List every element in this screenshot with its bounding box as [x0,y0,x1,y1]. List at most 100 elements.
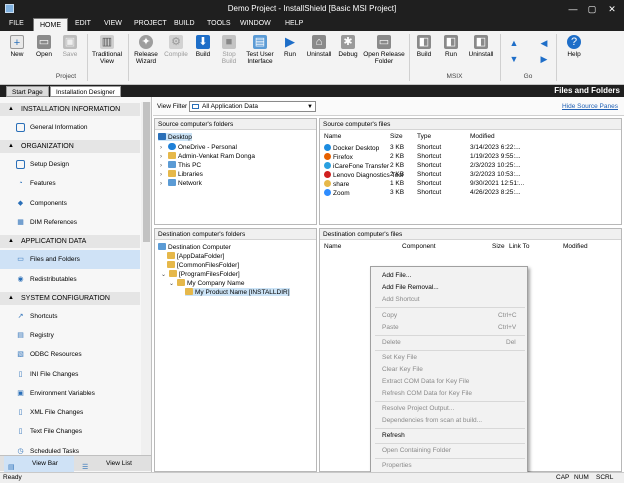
sidebar-item-text-file-changes[interactable]: ▯ Text File Changes [0,422,140,441]
menu-edit[interactable]: EDIT [72,20,94,27]
open-button[interactable]: ▭ Open [33,35,55,58]
tab-installation-designer[interactable]: Installation Designer [50,86,121,97]
menu-item-dependencies-from-scan[interactable]: Dependencies from scan at build... [382,417,482,424]
menu-item-paste[interactable]: Paste Ctrl+V [382,324,516,331]
column-header-modified[interactable]: Modified [470,133,495,140]
release-wizard-button[interactable]: ✦ Release Wizard [131,35,161,65]
file-row[interactable]: Firefox 2 KB Shortcut 1/19/2023 9:55:... [320,153,620,162]
category-application-data[interactable]: ▲ APPLICATION DATA [0,235,140,248]
tree-node-onedrive[interactable]: › OneDrive - Personal [160,143,237,151]
menu-item-extract-com-data[interactable]: Extract COM Data for Key File [382,378,469,385]
menu-item-refresh[interactable]: Refresh [382,432,405,439]
file-row[interactable]: Lenovo Diagnostics Tool 2 KB Shortcut 3/2/2… [320,171,620,180]
tree-node-desktop[interactable]: Desktop [158,133,192,141]
category-organization[interactable]: ▲ ORGANIZATION [0,140,140,153]
tree-node-app-data-folder[interactable]: [AppDataFolder] [167,252,224,260]
sidebar-item-general-information[interactable]: General Information [0,118,140,137]
sidebar-item-features[interactable]: ◔ Features [0,174,140,193]
tree-node-user[interactable]: › Admin-Venkat Ram Donga [160,152,255,160]
file-row[interactable]: Docker Desktop 3 KB Shortcut 3/14/2023 6:22… [320,144,620,153]
tree-node-program-files-folder[interactable]: ⌄ [ProgramFilesFolder] [161,270,240,278]
menu-item-add-file[interactable]: Add File... [382,272,411,279]
menu-item-add-shortcut[interactable]: Add Shortcut [382,296,420,303]
tab-start-page[interactable]: Start Page [6,86,49,97]
sidebar-item-shortcuts[interactable]: ↗ Shortcuts [0,307,140,326]
sidebar-item-components[interactable]: ◆ Components [0,194,140,213]
help-button[interactable]: ? Help [563,35,585,58]
minimize-button[interactable]: — [565,2,581,16]
save-button[interactable]: ▣ Save [59,35,81,58]
test-user-interface-button[interactable]: ▤ Test User Interface [244,35,276,65]
msix-build-button[interactable]: ◧ Build [413,35,435,58]
menu-item-add-file-removal[interactable]: Add File Removal... [382,284,439,291]
tree-node-product-name[interactable]: My Product Name [INSTALLDIR] [185,288,290,296]
sidebar-item-files-and-folders[interactable]: ▭ Files and Folders [0,250,151,269]
open-release-folder-button[interactable]: ▭ Open Release Folder [362,35,406,65]
menu-help[interactable]: HELP [282,20,306,27]
msix-uninstall-button[interactable]: ◧ Uninstall [466,35,496,58]
stop-build-button[interactable]: ■ Stop Build [218,35,240,65]
menu-tools[interactable]: TOOLS [204,20,234,27]
tree-node-this-pc[interactable]: › This PC [160,161,201,169]
tree-node-company-name[interactable]: ⌄ My Company Name [169,279,244,287]
menu-window[interactable]: WINDOW [237,20,274,27]
tree-node-libraries[interactable]: › Libraries [160,170,203,178]
tree-node-destination-computer[interactable]: Destination Computer [158,243,231,251]
sidebar-item-redistributables[interactable]: ◉ Redistributables [0,270,140,289]
run-button[interactable]: ▶ Run [280,35,300,59]
menu-item-copy[interactable]: Copy Ctrl+C [382,312,517,319]
view-filter-dropdown[interactable]: All Application Data ▼ [189,101,316,112]
uninstall-button[interactable]: ⌂ Uninstall [304,35,334,58]
category-system-configuration[interactable]: ▲ SYSTEM CONFIGURATION [0,292,140,305]
column-header-size[interactable]: Size [390,133,403,140]
menu-item-resolve-project-output[interactable]: Resolve Project Output... [382,405,454,412]
compile-button[interactable]: ⚙ Compile [162,35,190,58]
column-header-modified[interactable]: Modified [563,243,588,250]
sidebar-scrollbar[interactable] [141,102,151,455]
file-row[interactable]: Zoom 3 KB Shortcut 4/26/2023 8:25:... [320,189,620,198]
sidebar-item-ini-file-changes[interactable]: ▯ INI File Changes [0,365,140,384]
scrollbar-thumb[interactable] [143,102,150,242]
menu-item-refresh-com-data[interactable]: Refresh COM Data for Key File [382,390,472,397]
go-back-icon[interactable]: ◀ [538,38,550,49]
tree-node-common-files-folder[interactable]: [CommonFilesFolder] [167,261,239,269]
sidebar-item-odbc-resources[interactable]: ▧ ODBC Resources [0,345,140,364]
menu-home[interactable]: HOME [33,18,68,31]
file-row[interactable]: share 1 KB Shortcut 9/30/2021 12:51:... [320,180,620,189]
restore-button[interactable]: ▢ [584,2,600,16]
new-button[interactable]: + New [6,35,28,58]
category-installation-information[interactable]: ▲ INSTALLATION INFORMATION [0,103,140,116]
column-header-link-to[interactable]: Link To [509,243,529,250]
msix-run-button[interactable]: ◧ Run [440,35,462,58]
close-button[interactable]: ✕ [604,2,620,16]
sidebar-item-registry[interactable]: ▤ Registry [0,326,140,345]
view-bar-button[interactable]: ▤ View Bar [4,456,74,472]
menu-item-set-key-file[interactable]: Set Key File [382,354,417,361]
debug-button[interactable]: ✱ Debug [336,35,360,58]
tree-node-network[interactable]: › Network [160,179,202,187]
column-header-name[interactable]: Name [324,243,341,250]
column-header-name[interactable]: Name [324,133,341,140]
view-list-button[interactable]: ☰ View List [78,456,148,472]
menu-build[interactable]: BUILD [171,20,198,27]
column-header-size[interactable]: Size [492,243,505,250]
menu-item-properties[interactable]: Properties [382,462,412,469]
traditional-view-button[interactable]: ▥ Traditional View [89,35,125,65]
sidebar-item-setup-design[interactable]: Setup Design [0,155,140,174]
go-up-icon[interactable]: ▲ [508,38,520,48]
menu-file[interactable]: FILE [6,20,27,27]
sidebar-item-xml-file-changes[interactable]: ▯ XML File Changes [0,403,140,422]
go-down-icon[interactable]: ▼ [508,54,520,64]
go-forward-icon[interactable]: ▶ [538,54,550,65]
menu-project[interactable]: PROJECT [131,20,170,27]
menu-item-open-containing-folder[interactable]: Open Containing Folder [382,447,451,454]
menu-item-delete[interactable]: Delete Del [382,339,516,346]
column-header-component[interactable]: Component [402,243,436,250]
file-row[interactable]: iCareFone Transfer 2 KB Shortcut 2/3/2023 1… [320,162,620,171]
sidebar-item-environment-variables[interactable]: ▣ Environment Variables [0,384,140,403]
build-button[interactable]: ⬇ Build [192,35,214,58]
hide-source-panes-link[interactable]: Hide Source Panes [562,103,618,110]
column-header-type[interactable]: Type [417,133,431,140]
menu-item-clear-key-file[interactable]: Clear Key File [382,366,423,373]
sidebar-item-dim-references[interactable]: ▦ DIM References [0,213,140,232]
